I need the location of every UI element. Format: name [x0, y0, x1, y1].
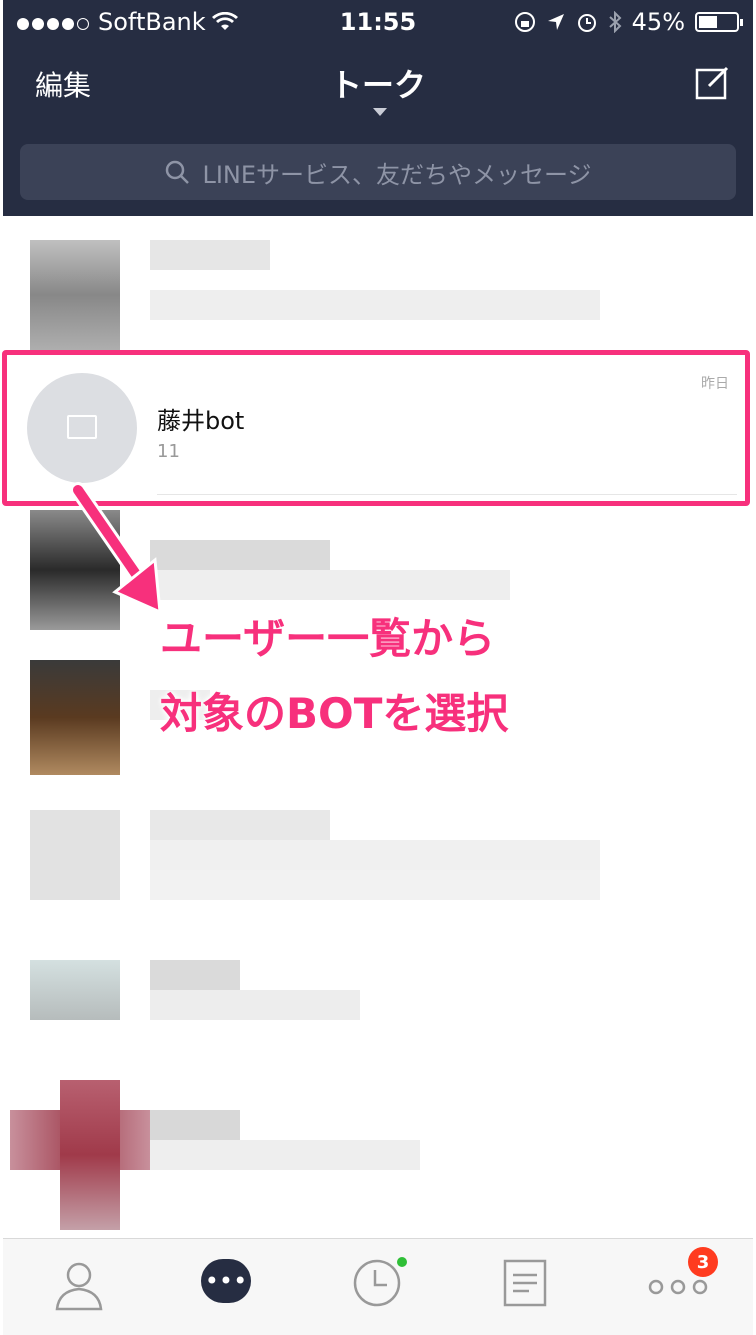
location-icon — [547, 14, 564, 30]
compose-icon[interactable] — [695, 64, 731, 100]
timeline-new-indicator — [397, 1257, 407, 1267]
search-icon — [166, 160, 190, 184]
tab-timeline[interactable] — [351, 1257, 411, 1317]
tab-bar: ••• 3 — [3, 1238, 753, 1335]
person-icon — [55, 1262, 103, 1311]
status-right: 45% — [514, 8, 743, 36]
bluetooth-icon — [608, 11, 622, 33]
battery-percent: 45% — [631, 8, 685, 36]
chevron-down-icon[interactable] — [373, 108, 387, 116]
alarm-icon — [577, 14, 596, 32]
chat-last-message: 11 — [157, 441, 180, 462]
news-icon — [503, 1259, 547, 1307]
search-input[interactable]: LINEサービス、友だちやメッセージ — [20, 144, 736, 200]
chat-name: 藤井bot — [157, 407, 245, 435]
blurred-chat-row[interactable] — [10, 955, 610, 1035]
rotation-lock-icon — [514, 12, 535, 32]
tab-friends[interactable] — [51, 1257, 111, 1317]
clock-icon — [353, 1259, 401, 1307]
divider — [157, 494, 737, 495]
top-header: SoftBank 11:55 45% 編集 トーク LINEサービス、友だちやメ… — [3, 0, 753, 216]
page-title[interactable]: トーク — [3, 60, 753, 106]
tab-talk[interactable]: ••• — [201, 1259, 261, 1319]
battery-icon — [695, 12, 743, 32]
blurred-chat-row[interactable] — [10, 1080, 610, 1230]
annotation-line-2: 対象のBOTを選択 — [160, 689, 509, 738]
annotation-line-1: ユーザー一覧から — [160, 614, 496, 663]
chat-bubble-icon: ••• — [201, 1259, 251, 1303]
status-bar: SoftBank 11:55 45% — [3, 0, 753, 44]
chat-date: 昨日 — [701, 376, 729, 392]
tab-news[interactable] — [501, 1257, 561, 1317]
annotation-arrow-icon — [70, 482, 162, 615]
blurred-chat-row[interactable] — [10, 805, 610, 905]
more-badge: 3 — [688, 1247, 718, 1277]
image-placeholder-icon — [67, 415, 97, 439]
search-placeholder: LINEサービス、友だちやメッセージ — [202, 160, 592, 189]
avatar — [27, 373, 137, 483]
blurred-chat-row[interactable] — [10, 230, 610, 350]
tab-more[interactable]: 3 — [646, 1247, 718, 1317]
